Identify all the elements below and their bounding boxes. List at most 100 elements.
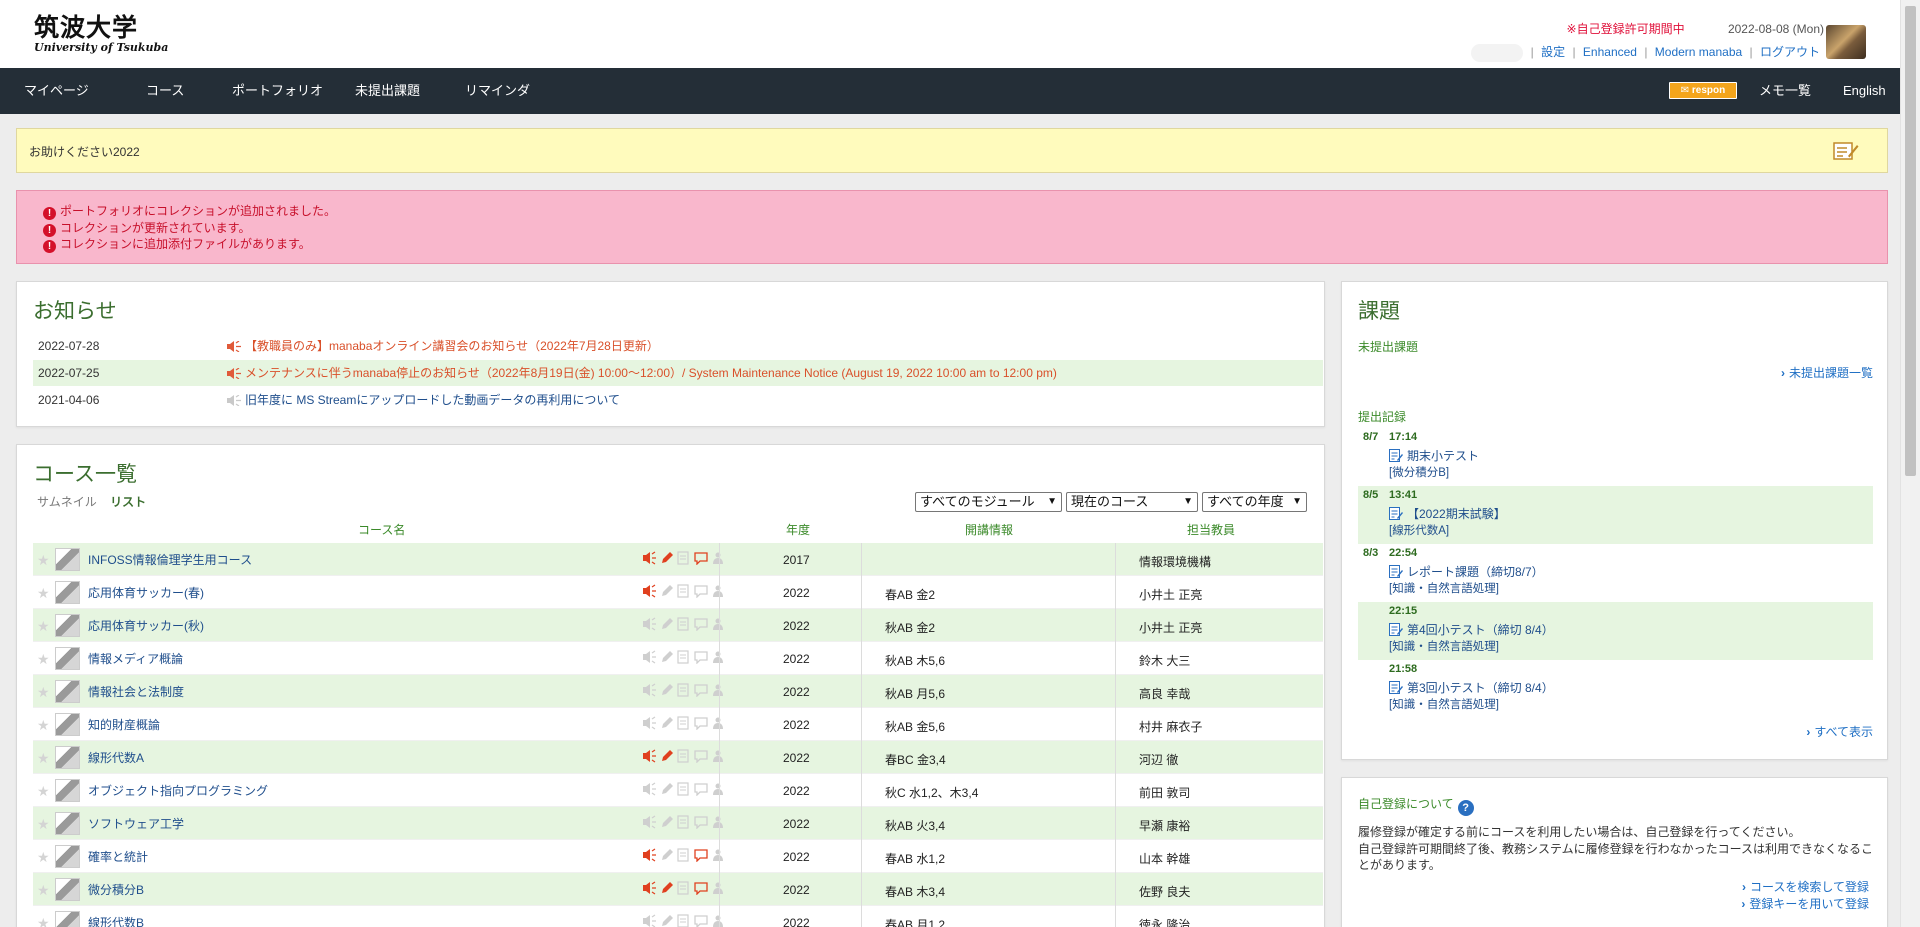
person-icon[interactable]	[711, 914, 725, 927]
nav-mypage[interactable]: マイページ	[24, 68, 89, 114]
record-course-link[interactable]: [知識・自然言語処理]	[1389, 580, 1499, 596]
star-icon[interactable]: ★	[37, 783, 50, 800]
assignment-icon[interactable]	[677, 551, 691, 565]
report-pencil-icon[interactable]	[660, 749, 674, 763]
news-speaker-icon[interactable]	[643, 815, 657, 829]
star-icon[interactable]: ★	[37, 849, 50, 866]
person-icon[interactable]	[711, 815, 725, 829]
search-register-link[interactable]: › コースを検索して登録	[1742, 878, 1869, 895]
news-speaker-icon[interactable]	[643, 749, 657, 763]
course-link[interactable]: 情報メディア概論	[88, 650, 183, 667]
star-icon[interactable]: ★	[37, 585, 50, 602]
settings-link[interactable]: 設定	[1541, 45, 1565, 59]
modern-manaba-link[interactable]: Modern manaba	[1655, 45, 1742, 59]
comment-icon[interactable]	[694, 617, 708, 631]
news-link[interactable]: 旧年度に MS Streamにアップロードした動画データの再利用について	[245, 387, 620, 413]
course-link[interactable]: 応用体育サッカー(春)	[88, 584, 204, 601]
news-speaker-icon[interactable]	[643, 584, 657, 598]
column-header-year[interactable]: 年度	[786, 521, 810, 538]
assignment-icon[interactable]	[677, 914, 691, 927]
news-link[interactable]: メンテナンスに伴うmanaba停止のお知らせ（2022年8月19日(金) 10:…	[245, 360, 1057, 386]
help-link[interactable]: お助けください2022	[29, 143, 140, 160]
star-icon[interactable]: ★	[37, 882, 50, 899]
alert-row[interactable]: ! コレクションが更新されています。	[43, 220, 1887, 237]
avatar[interactable]	[1826, 25, 1866, 59]
comment-icon[interactable]	[694, 881, 708, 895]
tab-thumbnail[interactable]: サムネイル	[37, 495, 97, 509]
star-icon[interactable]: ★	[37, 717, 50, 734]
record-title-link[interactable]: 第3回小テスト（締切 8/4）	[1389, 679, 1554, 696]
star-icon[interactable]: ★	[37, 618, 50, 635]
news-speaker-icon[interactable]	[643, 782, 657, 796]
nav-portfolio[interactable]: ポートフォリオ	[232, 68, 323, 114]
comment-icon[interactable]	[694, 551, 708, 565]
tab-list[interactable]: リスト	[110, 495, 146, 509]
self-registration-title[interactable]: 自己登録について?	[1358, 795, 1474, 816]
column-header-teacher[interactable]: 担当教員	[1187, 521, 1235, 538]
news-speaker-icon[interactable]	[643, 881, 657, 895]
comment-icon[interactable]	[694, 815, 708, 829]
comment-icon[interactable]	[694, 848, 708, 862]
university-logo[interactable]: 筑波大学 University of Tsukuba	[34, 14, 168, 54]
news-speaker-icon[interactable]	[643, 683, 657, 697]
news-speaker-icon[interactable]	[643, 650, 657, 664]
person-icon[interactable]	[711, 848, 725, 862]
help-icon[interactable]: ?	[1457, 800, 1474, 816]
assignment-icon[interactable]	[677, 815, 691, 829]
assignment-icon[interactable]	[677, 584, 691, 598]
report-pencil-icon[interactable]	[660, 782, 674, 796]
assignment-icon[interactable]	[677, 617, 691, 631]
assignment-icon[interactable]	[677, 716, 691, 730]
record-title-link[interactable]: レポート課題（締切8/7）	[1389, 563, 1544, 580]
person-icon[interactable]	[711, 584, 725, 598]
respon-button[interactable]: ✉ respon	[1669, 82, 1737, 99]
report-pencil-icon[interactable]	[660, 848, 674, 862]
module-filter-select[interactable]: すべてのモジュール ▼	[915, 492, 1062, 512]
course-link[interactable]: 微分積分B	[88, 881, 144, 898]
star-icon[interactable]: ★	[37, 552, 50, 569]
nav-course[interactable]: コース	[146, 68, 184, 114]
assignment-icon[interactable]	[677, 782, 691, 796]
report-pencil-icon[interactable]	[660, 815, 674, 829]
page-scrollbar[interactable]	[1900, 0, 1920, 927]
nav-reminder[interactable]: リマインダ	[465, 68, 530, 114]
report-pencil-icon[interactable]	[660, 683, 674, 697]
record-title-link[interactable]: 【2022期末試験】	[1389, 505, 1506, 522]
nav-memo[interactable]: メモ一覧	[1759, 68, 1811, 114]
comment-icon[interactable]	[694, 683, 708, 697]
course-link[interactable]: INFOSS情報倫理学生用コース	[88, 551, 252, 568]
edit-note-icon[interactable]	[1833, 141, 1859, 161]
course-link[interactable]: 知的財産概論	[88, 716, 160, 733]
course-link[interactable]: 確率と統計	[88, 848, 148, 865]
news-speaker-icon[interactable]	[643, 716, 657, 730]
comment-icon[interactable]	[694, 584, 708, 598]
nav-unsubmitted[interactable]: 未提出課題	[355, 68, 420, 114]
column-header-info[interactable]: 開講情報	[965, 521, 1013, 538]
enhanced-link[interactable]: Enhanced	[1583, 45, 1637, 59]
comment-icon[interactable]	[694, 782, 708, 796]
assignment-icon[interactable]	[677, 848, 691, 862]
course-link[interactable]: 応用体育サッカー(秋)	[88, 617, 204, 634]
report-pencil-icon[interactable]	[660, 551, 674, 565]
person-icon[interactable]	[711, 683, 725, 697]
comment-icon[interactable]	[694, 650, 708, 664]
star-icon[interactable]: ★	[37, 684, 50, 701]
nav-english[interactable]: English	[1843, 68, 1886, 114]
record-course-link[interactable]: [知識・自然言語処理]	[1389, 696, 1499, 712]
comment-icon[interactable]	[694, 749, 708, 763]
logout-link[interactable]: ログアウト	[1760, 45, 1820, 59]
person-icon[interactable]	[711, 881, 725, 895]
person-icon[interactable]	[711, 650, 725, 664]
comment-icon[interactable]	[694, 716, 708, 730]
key-register-link[interactable]: › 登録キーを用いて登録	[1741, 895, 1869, 912]
record-course-link[interactable]: [線形代数A]	[1389, 522, 1449, 538]
alert-row[interactable]: ! ポートフォリオにコレクションが追加されました。	[43, 203, 1887, 220]
person-icon[interactable]	[711, 782, 725, 796]
course-link[interactable]: 情報社会と法制度	[88, 683, 184, 700]
report-pencil-icon[interactable]	[660, 650, 674, 664]
news-link[interactable]: 【教職員のみ】manabaオンライン講習会のお知らせ（2022年7月28日更新）	[245, 333, 659, 359]
course-link[interactable]: ソフトウェア工学	[88, 815, 184, 832]
news-speaker-icon[interactable]	[643, 848, 657, 862]
star-icon[interactable]: ★	[37, 816, 50, 833]
report-pencil-icon[interactable]	[660, 584, 674, 598]
